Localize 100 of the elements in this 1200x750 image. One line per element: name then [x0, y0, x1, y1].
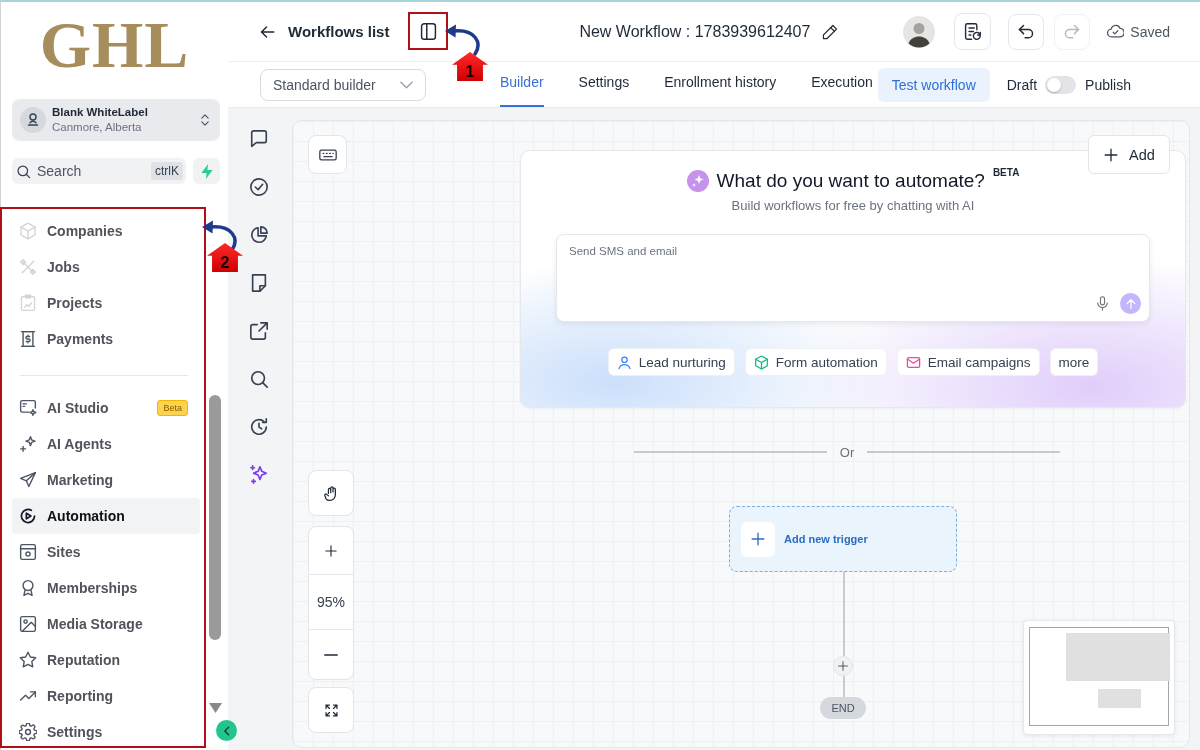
suggestion-chip[interactable]: Email campaigns [896, 348, 1040, 376]
suggestion-chip[interactable]: Form automation [744, 348, 887, 376]
draft-label: Draft [1006, 76, 1038, 93]
beta-badge: Beta [157, 400, 188, 416]
lightning-icon [200, 163, 213, 179]
document-icon [963, 22, 983, 41]
pan-button[interactable] [308, 470, 354, 516]
nav-item[interactable]: Marketing [12, 462, 200, 498]
keyboard-icon [318, 148, 337, 161]
nav-item[interactable]: AI Agents [12, 426, 200, 462]
image-icon [19, 615, 37, 633]
plus-icon [324, 543, 338, 558]
award-icon [19, 579, 37, 597]
file-icon[interactable] [249, 273, 269, 293]
nav-item[interactable]: Payments [12, 321, 200, 357]
mail-icon [905, 354, 921, 370]
sparkles-icon [19, 435, 37, 453]
suggestion-chip[interactable]: Lead nurturing [607, 348, 735, 376]
suggestion-chip[interactable]: more [1049, 348, 1099, 376]
panel-icon[interactable] [419, 22, 439, 41]
user-location-icon [20, 107, 46, 133]
nav-item[interactable]: Media Storage [12, 606, 200, 642]
highlight-frame [408, 12, 448, 50]
workflow-title: New Workflow : 1783939612407 [579, 22, 811, 41]
search-field[interactable]: Search ctrlK [12, 158, 186, 184]
plus-icon [741, 521, 775, 557]
plus-icon [837, 660, 849, 672]
prompt-subtitle: Build workflows for free by chatting with AI [731, 198, 975, 213]
nav-item[interactable]: Projects [12, 285, 200, 321]
undo-button[interactable] [1008, 13, 1045, 50]
chat-icon[interactable] [249, 129, 269, 149]
nav-item[interactable]: Automation [12, 498, 200, 534]
cloud-check-icon [1107, 23, 1125, 40]
search-icon[interactable] [249, 369, 269, 389]
nav-item[interactable]: Reputation [12, 642, 200, 678]
settings-icon [19, 723, 37, 741]
account-switcher[interactable]: Blank WhiteLabel Canmore, Alberta [12, 99, 220, 141]
avatar-icon[interactable] [903, 15, 936, 48]
clipboard-chart-icon [19, 294, 37, 312]
pencil-icon[interactable] [822, 23, 839, 40]
beta-label: BETA [992, 167, 1020, 178]
scrollbar-thumb[interactable] [209, 395, 221, 640]
tools-icon [19, 258, 37, 276]
external-link-icon[interactable] [249, 321, 269, 341]
keyboard-button[interactable] [308, 135, 347, 174]
scroll-arrow-icon[interactable] [209, 703, 222, 713]
undo-icon [1017, 22, 1036, 41]
cube-icon [19, 222, 37, 240]
arrow-left-icon [260, 23, 276, 40]
or-label: Or [839, 444, 855, 460]
end-node: END [820, 697, 866, 719]
tab[interactable]: Enrollment history [664, 62, 777, 107]
sparkle-icon [686, 170, 709, 192]
prompt-input[interactable]: Send SMS and email [569, 245, 1141, 293]
zoom-level: 95% [309, 574, 353, 630]
sparkles-icon[interactable] [249, 465, 269, 485]
search-input[interactable]: Search [37, 161, 145, 181]
fit-view-button[interactable] [308, 687, 354, 733]
search-icon [16, 163, 31, 179]
history-icon[interactable] [249, 417, 269, 437]
nav-item[interactable]: Companies [12, 213, 200, 249]
pie-chart-icon[interactable] [249, 225, 269, 245]
connector-line [843, 676, 845, 697]
nav-item[interactable]: Reporting [12, 678, 200, 714]
play-circle-icon [19, 507, 37, 525]
arrow-up-icon [1124, 297, 1137, 310]
redo-icon [1063, 22, 1082, 41]
cube-icon [753, 354, 769, 370]
nav-item[interactable]: Sites [12, 534, 200, 570]
check-circle-icon[interactable] [249, 177, 269, 197]
receipt-icon [19, 330, 37, 348]
user-icon [616, 354, 632, 370]
tab[interactable]: Settings [578, 62, 630, 107]
fit-view-icon [323, 702, 339, 718]
paper-plane-icon [19, 471, 37, 489]
publish-label: Publish [1085, 76, 1131, 93]
window-sparkle-icon [19, 399, 37, 417]
plus-icon [1103, 146, 1119, 163]
nav-item[interactable]: Jobs [12, 249, 200, 285]
nav-item[interactable]: Memberships [12, 570, 200, 606]
nav-item[interactable]: AI Studio Beta [12, 390, 200, 426]
publish-toggle[interactable] [1045, 75, 1077, 94]
prompt-title: What do you want to automate? [716, 170, 985, 192]
shortcut-hint: ctrlK [151, 162, 183, 180]
microphone-icon[interactable] [1095, 296, 1110, 311]
add-button[interactable]: Add [1088, 135, 1170, 174]
chevron-down-icon [400, 80, 413, 89]
document-button[interactable] [954, 13, 992, 50]
test-workflow-button[interactable]: Test workflow [877, 67, 990, 102]
prompt-field[interactable]: Send SMS and email [556, 234, 1150, 322]
save-status: Saved [1130, 23, 1170, 40]
add-trigger-node[interactable]: Add new trigger [729, 506, 957, 572]
minus-icon [324, 653, 338, 656]
back-link[interactable]: Workflows list [260, 23, 390, 40]
nav-item[interactable]: Settings [12, 714, 200, 750]
browser-icon [19, 543, 37, 561]
builder-select[interactable]: Standard builder [260, 68, 426, 101]
star-icon [19, 651, 37, 669]
chevron-up-down-icon [198, 113, 212, 127]
tab[interactable]: Execution [811, 62, 873, 107]
